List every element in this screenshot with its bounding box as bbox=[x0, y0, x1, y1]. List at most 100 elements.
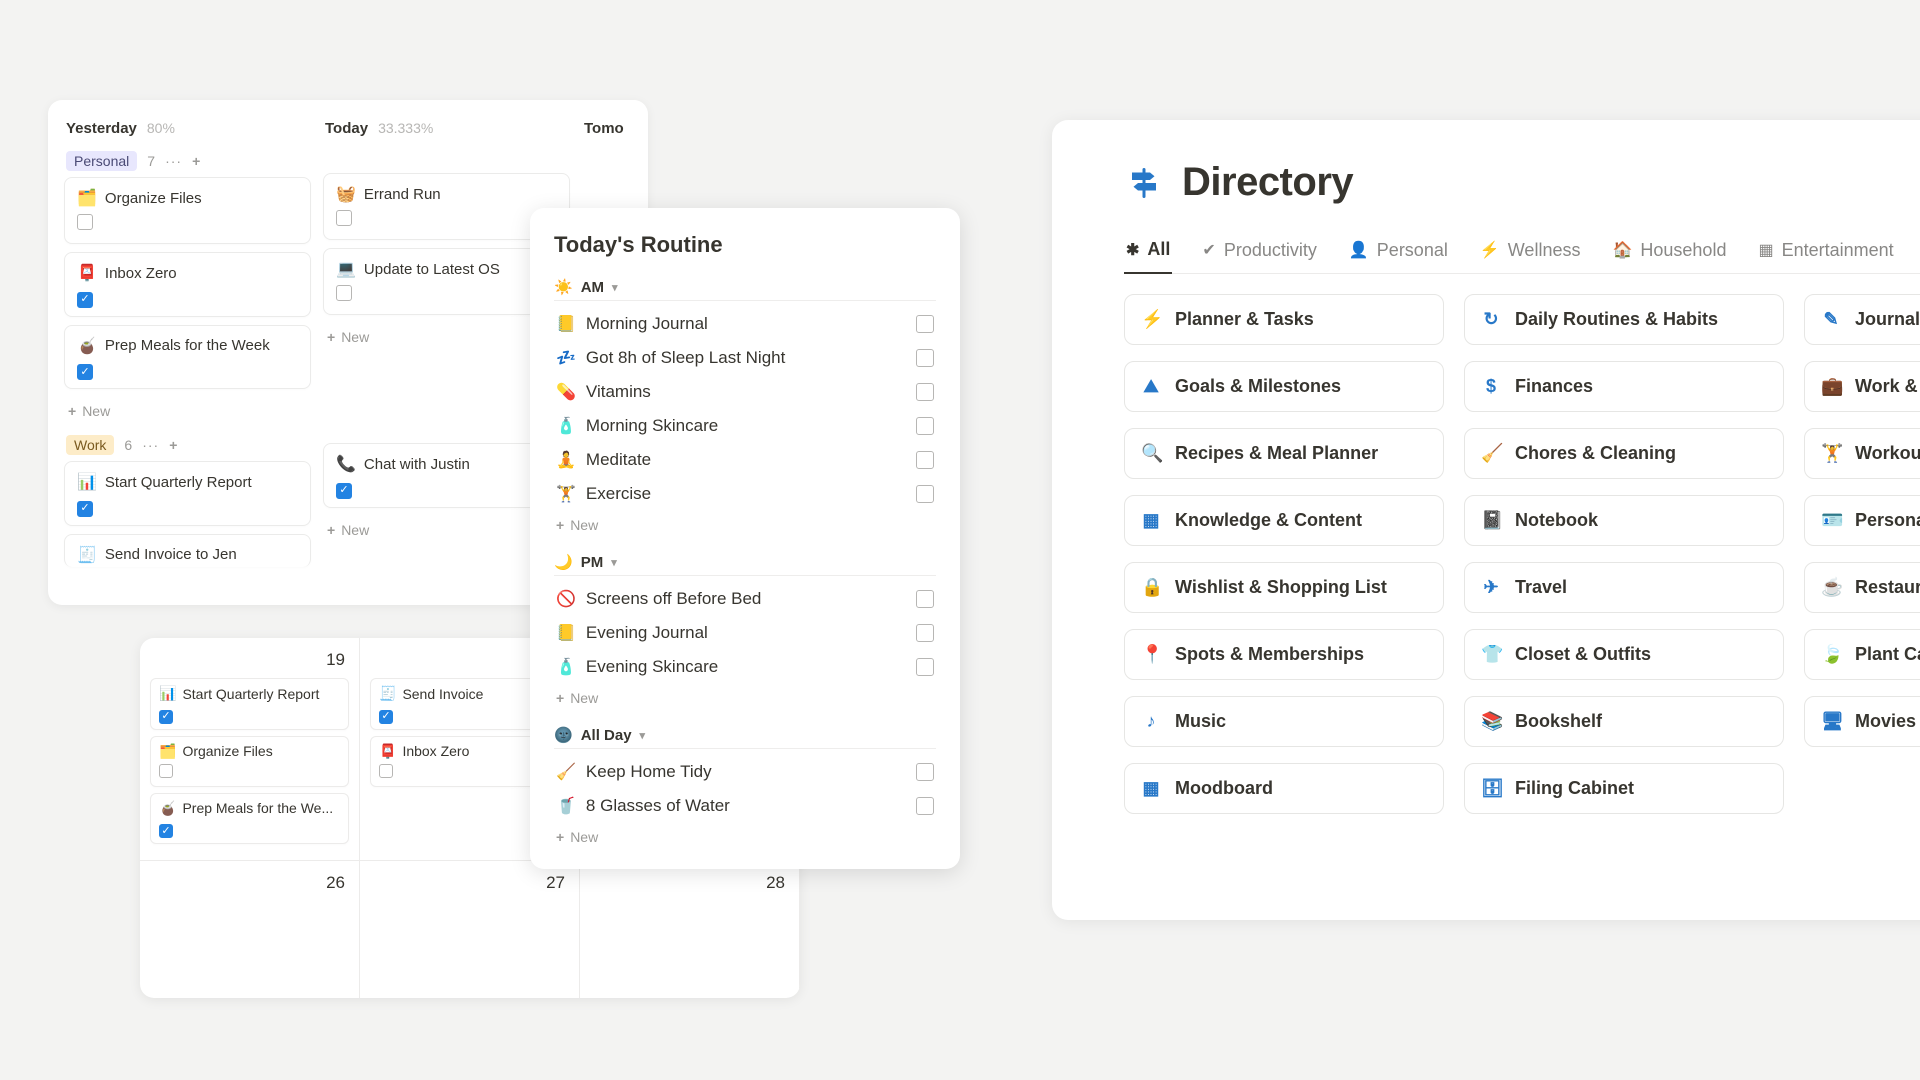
item-checkbox[interactable] bbox=[916, 485, 934, 503]
routine-item[interactable]: 🏋️Exercise bbox=[554, 477, 936, 511]
directory-card[interactable]: 🗄Filing Cabinet bbox=[1464, 763, 1784, 814]
task-checkbox[interactable] bbox=[336, 483, 352, 499]
directory-card[interactable]: 🪪Persona bbox=[1804, 495, 1920, 546]
directory-tab[interactable]: ✱All bbox=[1124, 233, 1172, 274]
card-label: Notebook bbox=[1515, 510, 1598, 531]
directory-card[interactable]: ⚡Planner & Tasks bbox=[1124, 294, 1444, 345]
card-label: Restaura bbox=[1855, 577, 1920, 598]
directory-tab[interactable]: 👤Personal bbox=[1347, 233, 1450, 273]
plus-icon: + bbox=[556, 829, 564, 845]
calendar-day[interactable]: 27 bbox=[360, 861, 580, 998]
sun-icon: ☀️ bbox=[554, 278, 573, 296]
group-count: 7 bbox=[147, 153, 155, 169]
card-label: Planner & Tasks bbox=[1175, 309, 1314, 330]
calendar-task[interactable]: 🗂️Organize Files bbox=[150, 736, 349, 787]
routine-item[interactable]: 🥤8 Glasses of Water bbox=[554, 789, 936, 823]
group-tag[interactable]: Work bbox=[66, 435, 114, 455]
directory-card[interactable]: 🖥Movies & bbox=[1804, 696, 1920, 747]
task-checkbox[interactable] bbox=[336, 210, 352, 226]
group-add-icon[interactable]: + bbox=[169, 437, 177, 453]
routine-item[interactable]: 🚫Screens off Before Bed bbox=[554, 582, 936, 616]
directory-card[interactable]: 🧹Chores & Cleaning bbox=[1464, 428, 1784, 479]
calendar-task[interactable]: 🧉Prep Meals for the We... bbox=[150, 793, 349, 845]
directory-card[interactable]: ✈Travel bbox=[1464, 562, 1784, 613]
directory-card[interactable]: 🏋Workout bbox=[1804, 428, 1920, 479]
group-add-icon[interactable]: + bbox=[192, 153, 200, 169]
routine-item[interactable]: 📒Morning Journal bbox=[554, 307, 936, 341]
item-checkbox[interactable] bbox=[916, 383, 934, 401]
task-checkbox[interactable] bbox=[159, 764, 173, 778]
directory-card[interactable]: 🍃Plant Ca bbox=[1804, 629, 1920, 680]
routine-item[interactable]: 📒Evening Journal bbox=[554, 616, 936, 650]
directory-card[interactable]: 📍Spots & Memberships bbox=[1124, 629, 1444, 680]
task-checkbox[interactable] bbox=[159, 824, 173, 838]
item-checkbox[interactable] bbox=[916, 624, 934, 642]
section-header-allday[interactable]: 🌚 All Day ▾ bbox=[554, 720, 936, 749]
task-card[interactable]: 🗂️Organize Files bbox=[64, 177, 311, 244]
directory-card[interactable]: ♪Music bbox=[1124, 696, 1444, 747]
directory-tab[interactable]: ▦Entertainment bbox=[1756, 233, 1895, 273]
new-item-button[interactable]: +New bbox=[554, 684, 936, 712]
card-icon: 🔒 bbox=[1141, 577, 1161, 598]
directory-card[interactable]: $Finances bbox=[1464, 361, 1784, 412]
routine-item[interactable]: 🧹Keep Home Tidy bbox=[554, 755, 936, 789]
task-checkbox[interactable] bbox=[77, 364, 93, 380]
group-tag[interactable]: Personal bbox=[66, 151, 137, 171]
routine-item[interactable]: 🧘Meditate bbox=[554, 443, 936, 477]
directory-card[interactable]: ☕Restaura bbox=[1804, 562, 1920, 613]
tab-label: Productivity bbox=[1224, 240, 1317, 261]
calendar-day[interactable]: 26 bbox=[140, 861, 360, 998]
task-card[interactable]: 🧉Prep Meals for the Week bbox=[64, 325, 311, 390]
directory-title: Directory bbox=[1182, 160, 1353, 205]
directory-card[interactable]: 📓Notebook bbox=[1464, 495, 1784, 546]
task-checkbox[interactable] bbox=[77, 214, 93, 230]
group-more-icon[interactable]: ··· bbox=[142, 437, 159, 453]
calendar-day[interactable]: 19 📊Start Quarterly Report 🗂️Organize Fi… bbox=[140, 638, 360, 861]
directory-card[interactable]: ⛰Goals & Milestones bbox=[1124, 361, 1444, 412]
calendar-day[interactable]: 28 bbox=[580, 861, 800, 998]
directory-card[interactable]: 🔍Recipes & Meal Planner bbox=[1124, 428, 1444, 479]
item-checkbox[interactable] bbox=[916, 797, 934, 815]
task-checkbox[interactable] bbox=[379, 764, 393, 778]
routine-item[interactable]: 🧴Morning Skincare bbox=[554, 409, 936, 443]
calendar-task[interactable]: 📊Start Quarterly Report bbox=[150, 678, 349, 730]
item-checkbox[interactable] bbox=[916, 763, 934, 781]
tab-icon: 🏠 bbox=[1612, 240, 1632, 260]
directory-card[interactable]: ✎Journal & bbox=[1804, 294, 1920, 345]
task-checkbox[interactable] bbox=[159, 710, 173, 724]
new-task-button[interactable]: +New bbox=[64, 397, 311, 425]
item-checkbox[interactable] bbox=[916, 315, 934, 333]
task-card[interactable]: 🧾Send Invoice to Jen bbox=[64, 534, 311, 567]
group-more-icon[interactable]: ··· bbox=[165, 153, 182, 169]
task-checkbox[interactable] bbox=[77, 501, 93, 517]
new-item-button[interactable]: +New bbox=[554, 511, 936, 539]
routine-item[interactable]: 💤Got 8h of Sleep Last Night bbox=[554, 341, 936, 375]
item-checkbox[interactable] bbox=[916, 658, 934, 676]
directory-card[interactable]: 👕Closet & Outfits bbox=[1464, 629, 1784, 680]
task-checkbox[interactable] bbox=[77, 292, 93, 308]
directory-tab[interactable]: 🏠Household bbox=[1610, 233, 1728, 273]
task-card[interactable]: 📮Inbox Zero bbox=[64, 252, 311, 317]
task-card[interactable]: 📊Start Quarterly Report bbox=[64, 461, 311, 526]
routine-item[interactable]: 💊Vitamins bbox=[554, 375, 936, 409]
routine-item[interactable]: 🧴Evening Skincare bbox=[554, 650, 936, 684]
section-header-pm[interactable]: 🌙 PM ▾ bbox=[554, 547, 936, 576]
directory-card[interactable]: ↻Daily Routines & Habits bbox=[1464, 294, 1784, 345]
task-checkbox[interactable] bbox=[379, 710, 393, 724]
directory-card[interactable]: 💼Work & C bbox=[1804, 361, 1920, 412]
item-checkbox[interactable] bbox=[916, 349, 934, 367]
task-title: Send Invoice to Jen bbox=[105, 546, 237, 563]
item-checkbox[interactable] bbox=[916, 590, 934, 608]
item-checkbox[interactable] bbox=[916, 417, 934, 435]
item-icon: 🥤 bbox=[556, 796, 576, 816]
new-item-button[interactable]: +New bbox=[554, 823, 936, 851]
directory-card[interactable]: 📚Bookshelf bbox=[1464, 696, 1784, 747]
directory-card[interactable]: ▦Knowledge & Content bbox=[1124, 495, 1444, 546]
directory-tab[interactable]: ⚡Wellness bbox=[1478, 233, 1583, 273]
section-header-am[interactable]: ☀️ AM ▾ bbox=[554, 272, 936, 301]
directory-card[interactable]: 🔒Wishlist & Shopping List bbox=[1124, 562, 1444, 613]
directory-card[interactable]: ▦Moodboard bbox=[1124, 763, 1444, 814]
item-checkbox[interactable] bbox=[916, 451, 934, 469]
task-checkbox[interactable] bbox=[336, 285, 352, 301]
directory-tab[interactable]: ✔Productivity bbox=[1200, 233, 1318, 273]
